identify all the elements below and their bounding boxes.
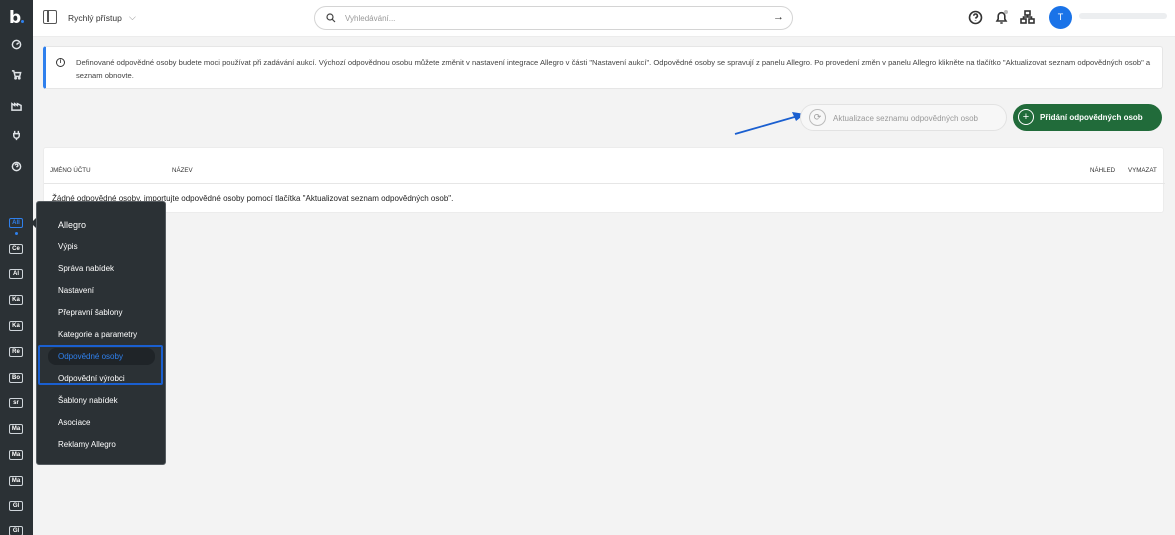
channel-chip[interactable]: sr [9,398,23,408]
quick-access-label[interactable]: Rychlý přístup [68,13,122,23]
info-text: Definované odpovědné osoby budete moci p… [76,58,1151,80]
search-bar[interactable]: Vyhledávání... → [314,6,793,30]
add-label: Přidání odpovědných osob [1040,113,1143,122]
channel-chip[interactable]: Ma [9,476,23,486]
menu-item-settings[interactable]: Nastavení [58,286,94,295]
menu-item-categories-parameters[interactable]: Kategorie a parametry [58,330,137,339]
menu-item-shipping-templates[interactable]: Přepravní šablony [58,308,122,317]
logo[interactable]: b [9,8,25,28]
refresh-icon: ⟳ [809,109,826,126]
active-channel-indicator [15,232,18,235]
add-persons-button[interactable]: + Přidání odpovědných osob [1013,104,1162,131]
refresh-persons-button[interactable]: ⟳ Aktualizace seznamu odpovědných osob [800,104,1007,131]
plug-icon[interactable] [10,130,22,142]
channel-chip[interactable]: Ka [9,321,23,331]
network-icon[interactable] [1019,9,1036,26]
menu-item-listing[interactable]: Výpis [58,242,78,251]
info-icon: i [56,58,65,67]
channel-chip[interactable]: Ka [9,295,23,305]
dropdown-title: Allegro [58,220,87,230]
topbar: Rychlý přístup ⌵ Vyhledávání... → T [33,0,1175,37]
channel-chip[interactable]: Ce [9,244,23,254]
channel-chip[interactable]: Al [9,269,23,279]
annotation-highlight-box [38,345,163,385]
user-name-placeholder[interactable] [1079,13,1167,19]
logo-text: b [9,8,21,28]
notification-dot [1004,10,1008,14]
column-header-account: JMÉNO ÚČTU [50,167,91,174]
column-header-delete: VYMAZAT [1128,167,1157,174]
channel-chip[interactable]: Gl [9,501,23,511]
menu-item-offer-management[interactable]: Správa nabídek [58,264,114,273]
help-icon[interactable] [10,161,22,173]
quick-access-panel-icon[interactable] [43,10,57,24]
menu-item-associations[interactable]: Asociace [58,418,90,427]
table-divider [44,183,1165,184]
responsible-persons-table: JMÉNO ÚČTU NÁZEV NÁHLED VYMAZAT Žádné od… [43,147,1165,213]
search-input[interactable]: Vyhledávání... [345,14,395,23]
channel-chip[interactable]: Ma [9,450,23,460]
chevron-down-icon[interactable]: ⌵ [129,12,136,23]
warehouse-icon[interactable] [10,100,22,112]
channel-chip[interactable]: Re [9,347,23,357]
menu-item-allegro-ads[interactable]: Reklamy Allegro [58,440,116,449]
sidebar: b All Ce Al Ka Ka Re Bo sr Ma Ma Ma Gl G… [0,0,33,535]
dashboard-icon[interactable] [10,39,22,51]
help-icon[interactable] [967,9,984,26]
arrow-right-icon[interactable]: → [773,11,784,23]
channel-chip[interactable]: Gl [9,526,23,535]
avatar[interactable]: T [1049,6,1072,29]
menu-item-offer-templates[interactable]: Šablony nabídek [58,396,118,405]
channel-chip[interactable]: Bo [9,373,23,383]
column-header-preview: NÁHLED [1090,167,1116,174]
info-banner: i Definované odpovědné osoby budete moci… [43,46,1163,89]
search-icon [326,13,336,23]
allegro-dropdown-menu: Allegro Výpis Správa nabídek Nastavení P… [36,201,166,465]
cart-icon[interactable] [10,69,22,81]
annotation-arrow [734,112,805,135]
channel-chip[interactable]: Ma [9,424,23,434]
channel-chip-all[interactable]: All [9,218,23,228]
plus-icon: + [1018,109,1034,125]
column-header-name: NÁZEV [172,167,193,174]
bell-icon[interactable] [993,9,1010,26]
refresh-label: Aktualizace seznamu odpovědných osob [833,114,978,123]
